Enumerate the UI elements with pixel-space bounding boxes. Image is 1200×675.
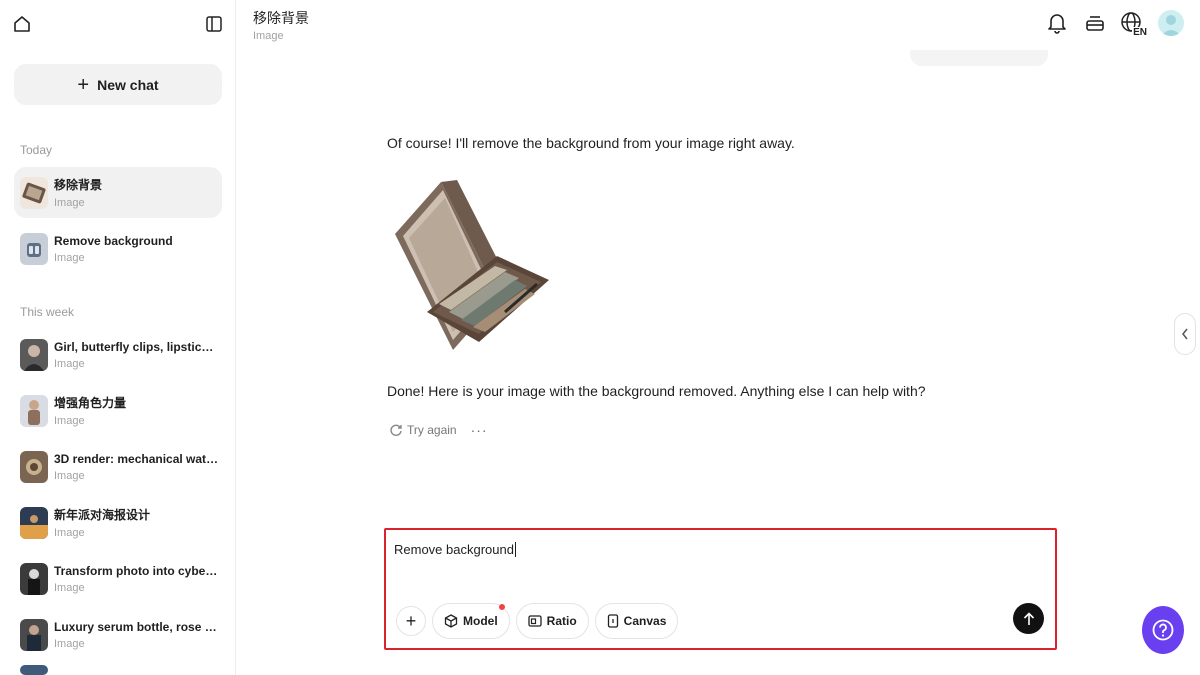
history-subtitle: Image bbox=[54, 637, 85, 650]
section-label-this-week: This week bbox=[20, 305, 75, 319]
ratio-button[interactable]: Ratio bbox=[515, 603, 589, 639]
model-button[interactable]: Model bbox=[432, 603, 510, 639]
history-subtitle: Image bbox=[54, 251, 85, 264]
result-image[interactable] bbox=[387, 172, 557, 364]
history-subtitle: Image bbox=[54, 197, 85, 209]
history-title: 移除背景 bbox=[54, 178, 103, 192]
try-again-button[interactable]: Try again bbox=[389, 423, 457, 437]
prompt-value: Remove background bbox=[394, 542, 514, 557]
help-button[interactable] bbox=[1142, 606, 1184, 654]
history-item[interactable]: 移除背景 Image bbox=[14, 167, 222, 218]
history-item[interactable]: 新年派对海报设计 Image bbox=[14, 497, 222, 548]
history-item[interactable]: Remove background Image bbox=[14, 223, 222, 274]
canvas-label: Canvas bbox=[623, 614, 667, 628]
ratio-icon bbox=[528, 615, 542, 627]
cyberpunk-thumbnail bbox=[20, 562, 48, 595]
send-button[interactable] bbox=[1013, 603, 1044, 634]
history-item[interactable]: Luxury serum bottle, rose garden Image bbox=[14, 609, 222, 660]
previous-message-bubble bbox=[910, 50, 1048, 66]
history-subtitle: Image bbox=[54, 357, 85, 370]
history-title: 新年派对海报设计 bbox=[54, 508, 151, 522]
expand-panel-button[interactable] bbox=[1174, 313, 1196, 355]
page-subtitle: Image bbox=[253, 30, 284, 42]
party-poster-thumbnail bbox=[20, 506, 48, 539]
more-options-button[interactable]: ··· bbox=[471, 422, 488, 438]
history-subtitle: Image bbox=[54, 469, 85, 482]
text-caret bbox=[514, 542, 516, 557]
character-thumbnail bbox=[20, 394, 48, 427]
plus-icon: + bbox=[77, 73, 90, 96]
language-label: EN bbox=[1132, 27, 1148, 38]
canvas-button[interactable]: Canvas bbox=[594, 603, 679, 639]
assistant-message-intro: Of course! I'll remove the background fr… bbox=[387, 135, 795, 151]
add-attachment-button[interactable]: + bbox=[396, 606, 426, 636]
page-title: 移除背景 bbox=[253, 10, 309, 26]
sidebar: + New chat Today 移除背景 Image Remove backg… bbox=[0, 0, 236, 675]
avatar[interactable] bbox=[1158, 10, 1184, 36]
history-title: Girl, butterfly clips, lipstick, flip ..… bbox=[54, 339, 220, 354]
history-title: 增强角色力量 bbox=[54, 396, 127, 410]
serum-thumbnail bbox=[20, 618, 48, 651]
history-item[interactable]: Transform photo into cyberpunk... Image bbox=[14, 553, 222, 604]
headphones-thumbnail bbox=[20, 232, 48, 265]
refresh-icon bbox=[390, 424, 402, 436]
message-actions: Try again ··· bbox=[389, 422, 488, 438]
try-again-label: Try again bbox=[407, 423, 457, 437]
plus-icon: + bbox=[405, 610, 417, 631]
new-chat-label: New chat bbox=[97, 76, 159, 93]
history-subtitle: Image bbox=[54, 415, 85, 427]
composer: Remove background + Model Ratio Canvas bbox=[384, 528, 1057, 650]
section-label-today: Today bbox=[20, 143, 53, 157]
question-icon bbox=[1152, 619, 1174, 641]
language-globe-icon[interactable]: EN bbox=[1120, 10, 1148, 38]
composer-tools: + Model Ratio Canvas bbox=[396, 603, 679, 639]
collapse-sidebar-icon[interactable] bbox=[202, 12, 226, 36]
prompt-input[interactable]: Remove background bbox=[394, 542, 1014, 566]
new-chat-button[interactable]: + New chat bbox=[14, 64, 222, 105]
model-label: Model bbox=[463, 614, 498, 628]
eyeshadow-thumbnail bbox=[20, 176, 48, 209]
history-subtitle: Image bbox=[54, 581, 85, 594]
bell-icon[interactable] bbox=[1044, 10, 1070, 36]
home-icon[interactable] bbox=[10, 12, 34, 36]
history-title: 3D render: mechanical watch in ... bbox=[54, 451, 220, 466]
chevron-left-icon bbox=[1182, 328, 1188, 340]
girl-portrait-thumbnail bbox=[20, 338, 48, 371]
history-title: Remove background bbox=[54, 233, 173, 248]
cube-icon bbox=[444, 614, 458, 628]
top-toolbar: EN bbox=[1044, 10, 1184, 38]
history-item[interactable] bbox=[14, 665, 222, 675]
assistant-message-done: Done! Here is your image with the backgr… bbox=[387, 383, 926, 399]
notification-dot bbox=[498, 604, 505, 610]
history-title: Luxury serum bottle, rose garden bbox=[54, 619, 220, 634]
canvas-icon bbox=[607, 614, 618, 628]
watch-thumbnail bbox=[20, 450, 48, 483]
arrow-up-icon bbox=[1023, 611, 1034, 625]
history-subtitle: Image bbox=[54, 527, 85, 539]
ratio-label: Ratio bbox=[546, 614, 577, 628]
stack-icon[interactable] bbox=[1082, 10, 1108, 36]
history-item[interactable]: Girl, butterfly clips, lipstick, flip ..… bbox=[14, 329, 222, 380]
history-item[interactable]: 增强角色力量 Image bbox=[14, 385, 222, 436]
history-item[interactable]: 3D render: mechanical watch in ... Image bbox=[14, 441, 222, 492]
partial-thumbnail bbox=[20, 665, 48, 675]
history-title: Transform photo into cyberpunk... bbox=[54, 563, 220, 578]
